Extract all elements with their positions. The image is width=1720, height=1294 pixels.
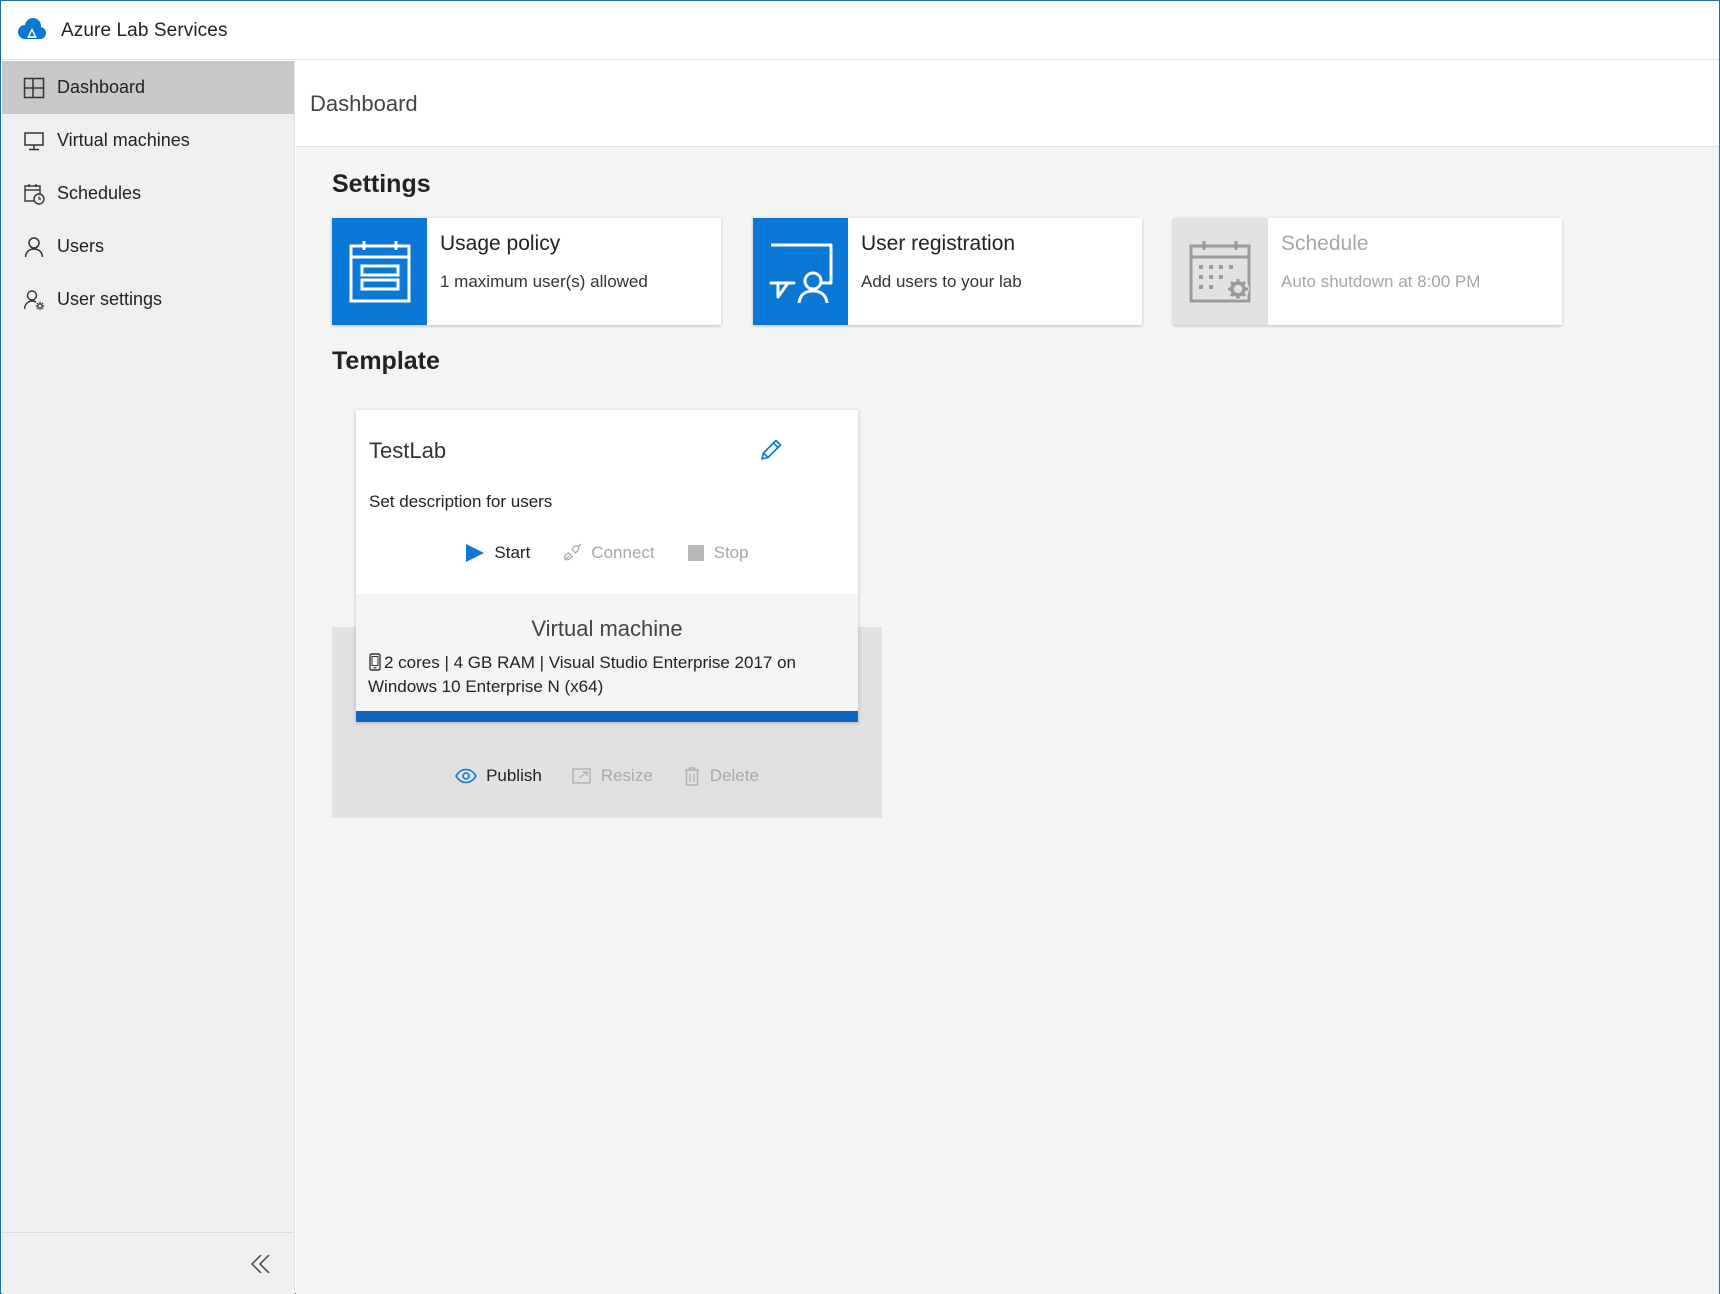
template-bottom-actions: Publish Resize Delete (332, 761, 882, 791)
sidebar-item-dashboard[interactable]: Dashboard (2, 61, 294, 114)
device-icon (369, 653, 381, 671)
sidebar-item-label: Dashboard (57, 77, 146, 97)
user-settings-icon (23, 289, 45, 310)
usage-policy-card[interactable]: Usage policy 1 maximum user(s) allowed (332, 218, 721, 325)
card-subtitle: Add users to your lab (861, 272, 1022, 291)
template-section-title: Template (332, 347, 440, 375)
stop-icon (687, 545, 704, 561)
start-button[interactable]: Start (465, 540, 530, 566)
sidebar-item-virtual-machines[interactable]: Virtual machines (2, 114, 294, 167)
collapse-sidebar-button[interactable] (246, 1249, 276, 1279)
main-content: Dashboard Settings Usage policy 1 maximu… (296, 61, 1719, 1294)
eye-icon (455, 768, 477, 784)
template-card: TestLab Set description for users Start (356, 410, 858, 722)
publish-label: Publish (486, 766, 542, 785)
play-icon (466, 544, 485, 562)
card-title: Usage policy (440, 232, 561, 255)
sidebar-item-label: Virtual machines (57, 130, 190, 150)
sidebar: Dashboard Virtual machines Schedules Use… (2, 61, 295, 1294)
page-title: Dashboard (296, 61, 1719, 147)
virtual-machine-panel: Virtual machine 2 cores | 4 GB RAM | Vis… (356, 594, 858, 722)
template-actions: Start Connect Stop (356, 540, 858, 566)
schedule-icon-box (1173, 218, 1268, 325)
resize-button[interactable]: Resize (572, 761, 653, 791)
top-bar: Azure Lab Services (2, 2, 1719, 60)
sidebar-item-user-settings[interactable]: User settings (2, 273, 294, 326)
schedule-card[interactable]: Schedule Auto shutdown at 8:00 PM (1173, 218, 1562, 325)
sidebar-item-schedules[interactable]: Schedules (2, 167, 294, 220)
trash-icon (684, 767, 699, 786)
azure-lab-cloud-icon (18, 17, 46, 39)
card-title: Schedule (1281, 232, 1369, 255)
double-chevron-left-icon (250, 1254, 270, 1274)
settings-section-title: Settings (332, 170, 431, 198)
start-label: Start (494, 543, 531, 562)
resize-icon (572, 768, 591, 784)
sidebar-item-label: Schedules (57, 183, 142, 203)
sidebar-item-label: Users (57, 236, 105, 256)
template-description[interactable]: Set description for users (369, 492, 552, 512)
app-title: Azure Lab Services (61, 19, 228, 41)
vm-title: Virtual machine (531, 616, 683, 641)
stop-button[interactable]: Stop (687, 540, 749, 566)
connect-button[interactable]: Connect (562, 540, 655, 566)
card-subtitle: Auto shutdown at 8:00 PM (1281, 272, 1481, 291)
user-registration-icon (769, 243, 832, 303)
monitor-icon (24, 131, 44, 150)
publish-button[interactable]: Publish (455, 761, 542, 791)
app-window: Azure Lab Services Dashboard Virtual mac… (0, 0, 1720, 1294)
connect-label: Connect (591, 543, 655, 562)
pencil-icon[interactable] (758, 437, 784, 463)
sidebar-item-label: User settings (57, 289, 163, 309)
dashboard-icon (23, 77, 45, 98)
card-subtitle: 1 maximum user(s) allowed (440, 272, 648, 291)
user-registration-icon-box (753, 218, 848, 325)
delete-button[interactable]: Delete (683, 761, 759, 791)
sidebar-item-users[interactable]: Users (2, 220, 294, 273)
schedule-icon (1189, 240, 1250, 302)
vm-spec: 2 cores | 4 GB RAM | Visual Studio Enter… (368, 651, 838, 699)
usage-policy-icon (349, 240, 410, 302)
user-registration-card[interactable]: User registration Add users to your lab (753, 218, 1142, 325)
vm-spec-text: 2 cores | 4 GB RAM | Visual Studio Enter… (368, 653, 797, 696)
template-name: TestLab (369, 438, 447, 463)
calendar-clock-icon (24, 183, 45, 205)
sidebar-footer (2, 1232, 294, 1294)
usage-policy-icon-box (332, 218, 427, 325)
user-icon (24, 236, 44, 257)
plug-icon (564, 543, 582, 561)
card-title: User registration (861, 232, 1016, 255)
resize-label: Resize (600, 766, 653, 785)
delete-label: Delete (709, 766, 759, 785)
stop-label: Stop (713, 543, 749, 562)
